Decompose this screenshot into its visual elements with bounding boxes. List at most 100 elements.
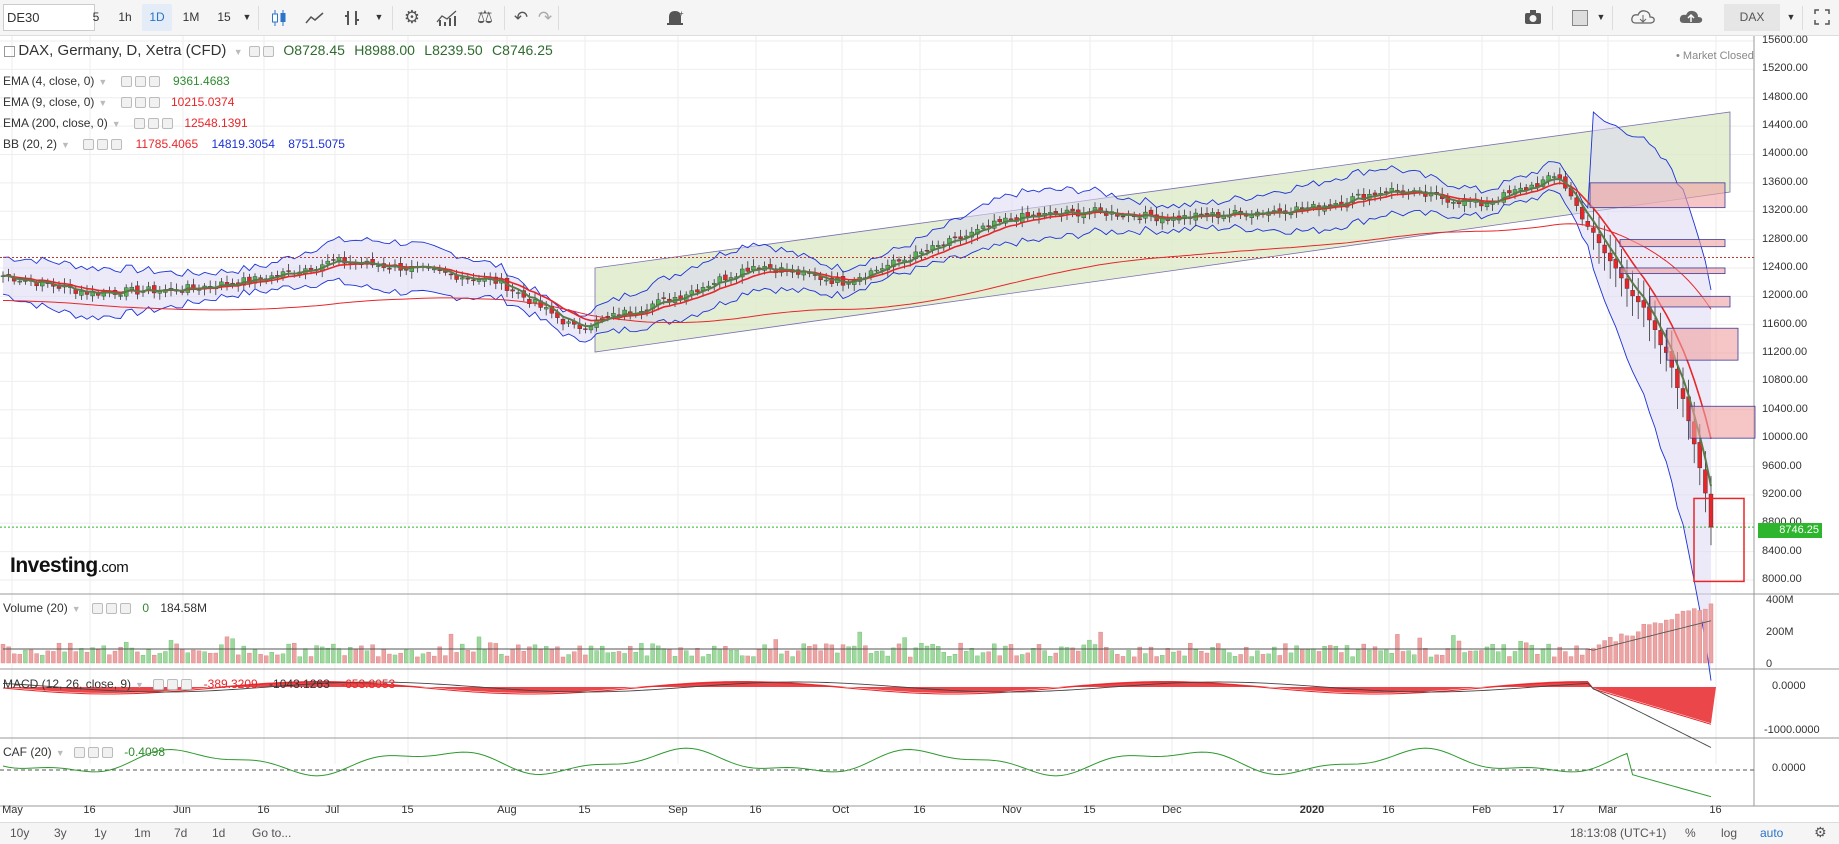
candle — [1008, 218, 1014, 220]
chart-type-dropdown-icon[interactable]: ▼ — [372, 4, 386, 31]
theme-dropdown-icon[interactable]: ▼ — [1594, 4, 1608, 31]
indicator-remove-icon[interactable] — [161, 118, 173, 130]
volume-settings-icon[interactable] — [105, 603, 117, 615]
range-1y-button[interactable]: 1y — [94, 826, 107, 840]
cloud-load-icon[interactable] — [1628, 4, 1658, 31]
volume-bar — [516, 644, 521, 664]
caf-eye-icon[interactable] — [73, 747, 85, 759]
interval-1h-button[interactable]: 1h — [110, 4, 140, 31]
candle — [560, 318, 566, 325]
goto-date-button[interactable]: Go to... — [252, 826, 291, 840]
time-axis-tick: 17 — [1552, 804, 1565, 816]
indicator-eye-icon[interactable] — [120, 76, 132, 88]
caf-dropdown-icon[interactable]: ▼ — [56, 748, 65, 758]
redo-icon[interactable]: ↷ — [532, 4, 558, 31]
bb-lower-value: 8751.5075 — [288, 137, 345, 151]
camera-icon[interactable] — [1518, 4, 1548, 31]
price-axis-tick: 9200.00 — [1762, 487, 1802, 500]
macd-value: -389.3209 — [203, 677, 258, 691]
volume-eye-icon[interactable] — [91, 603, 103, 615]
alert-bell-icon[interactable]: + — [660, 4, 690, 31]
macd-remove-icon[interactable] — [181, 679, 193, 691]
fullscreen-icon[interactable] — [1808, 4, 1836, 31]
macd-settings-icon[interactable] — [167, 679, 179, 691]
supply-zone — [1589, 182, 1726, 209]
volume-bar — [835, 652, 840, 664]
indicator-remove-icon[interactable] — [111, 139, 123, 151]
percent-scale-toggle[interactable]: % — [1685, 826, 1696, 840]
interval-1m-button[interactable]: 1M — [176, 4, 206, 31]
macd-label: MACD (12, 26, close, 9) — [3, 677, 132, 691]
indicator-dropdown-icon[interactable]: ▼ — [98, 98, 107, 108]
volume-bar — [151, 654, 157, 664]
indicator-dropdown-icon[interactable]: ▼ — [112, 119, 121, 129]
color-swatch-icon[interactable] — [1572, 4, 1590, 31]
candle — [476, 279, 482, 282]
interval-1d-button[interactable]: 1D — [142, 4, 172, 31]
volume-bar — [1283, 643, 1288, 664]
indicator-eye-icon[interactable] — [133, 118, 145, 130]
candles-icon[interactable] — [266, 4, 292, 31]
volume-bar — [1277, 655, 1283, 664]
indicator-settings-icon[interactable] — [134, 76, 146, 88]
line-chart-icon[interactable] — [300, 4, 330, 31]
cloud-save-icon[interactable] — [1676, 4, 1706, 31]
range-1m-button[interactable]: 1m — [134, 826, 151, 840]
indicator-settings-icon[interactable] — [147, 118, 159, 130]
legend-eye-icon[interactable] — [263, 46, 275, 58]
macd-dropdown-icon[interactable]: ▼ — [135, 680, 144, 690]
volume-bar — [1663, 619, 1669, 664]
candle — [936, 245, 941, 247]
settings-gear-icon[interactable]: ⚙ — [398, 4, 426, 31]
bb-middle-value: 11785.4065 — [135, 137, 199, 151]
indicator-eye-icon[interactable] — [83, 139, 95, 151]
bars-icon[interactable] — [338, 4, 368, 31]
caf-remove-icon[interactable] — [101, 747, 113, 759]
volume-remove-icon[interactable] — [119, 603, 131, 615]
macd-eye-icon[interactable] — [153, 679, 165, 691]
volume-bar — [695, 648, 700, 664]
candle — [1484, 203, 1490, 207]
volume-bar — [1680, 610, 1686, 664]
clock-timezone[interactable]: 18:13:08 (UTC+1) — [1570, 826, 1666, 840]
auto-scale-toggle[interactable]: auto — [1760, 826, 1783, 840]
symbol-dropdown-icon[interactable]: ▼ — [1784, 4, 1798, 31]
bb-upper-value: 14819.3054 — [211, 137, 275, 151]
volume-bar — [633, 651, 638, 664]
volume-dropdown-icon[interactable]: ▼ — [72, 604, 81, 614]
collapse-icon[interactable] — [4, 46, 15, 58]
interval-5m-button[interactable]: 5 — [84, 4, 108, 31]
indicator-eye-icon[interactable] — [120, 97, 132, 109]
compare-scale-icon[interactable]: ⚖ — [470, 4, 500, 31]
price-chart[interactable] — [0, 36, 1839, 822]
indicator-dropdown-icon[interactable]: ▼ — [98, 77, 107, 87]
indicator-settings-icon[interactable] — [97, 139, 109, 151]
range-3y-button[interactable]: 3y — [54, 826, 67, 840]
log-scale-toggle[interactable]: log — [1721, 826, 1737, 840]
range-7d-button[interactable]: 7d — [174, 826, 187, 840]
interval-15m-button[interactable]: 15 — [210, 4, 238, 31]
compare-symbol-button[interactable]: DAX — [1724, 4, 1780, 31]
volume-bar — [728, 649, 734, 664]
title-dropdown-icon[interactable]: ▼ — [234, 47, 243, 57]
macd-axis-tick: 0.0000 — [1772, 680, 1806, 692]
volume-bar — [773, 639, 778, 664]
caf-settings-icon[interactable] — [87, 747, 99, 759]
indicator-remove-icon[interactable] — [148, 76, 160, 88]
indicators-icon[interactable] — [432, 4, 462, 31]
undo-icon[interactable]: ↶ — [508, 4, 534, 31]
indicator-settings-icon[interactable] — [134, 97, 146, 109]
indicator-remove-icon[interactable] — [148, 97, 160, 109]
volume-bar — [1635, 631, 1641, 664]
symbol-input[interactable]: DE30 — [3, 4, 95, 31]
volume-bar — [1176, 650, 1182, 664]
volume-bar — [751, 656, 756, 664]
indicator-dropdown-icon[interactable]: ▼ — [61, 140, 70, 150]
interval-dropdown-icon[interactable]: ▼ — [240, 4, 254, 31]
volume-bar — [135, 651, 140, 664]
legend-settings-icon[interactable] — [249, 46, 261, 58]
range-10y-button[interactable]: 10y — [10, 826, 29, 840]
bottom-settings-gear-icon[interactable]: ⚙ — [1814, 824, 1827, 841]
investing-logo: Investing.com — [10, 554, 129, 578]
range-1d-button[interactable]: 1d — [212, 826, 225, 840]
